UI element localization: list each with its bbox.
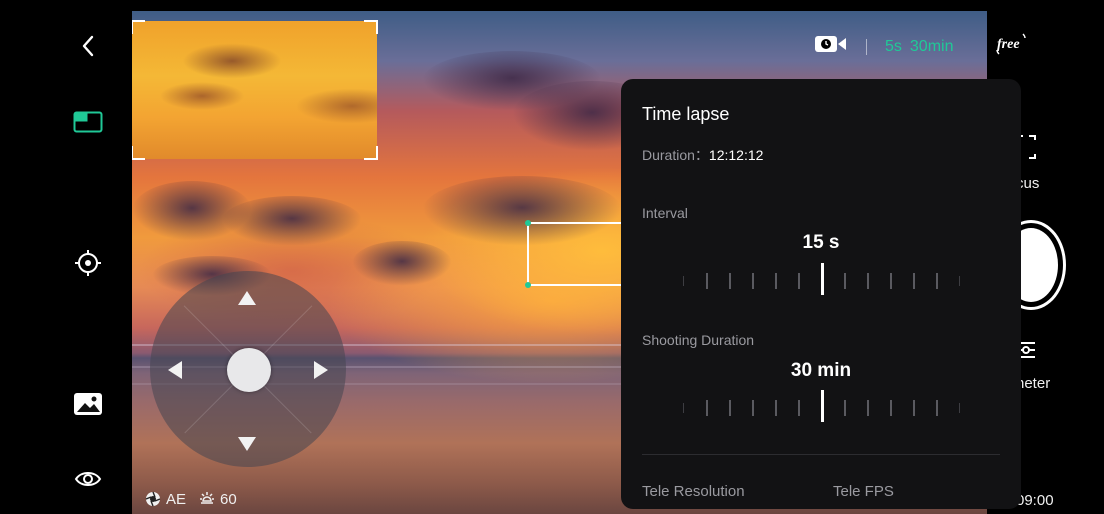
cloud — [422, 51, 602, 111]
aperture-icon — [144, 490, 162, 508]
remaining-time: 09:00 — [1016, 492, 1054, 509]
total-duration: Duration：12:12:12 — [642, 145, 763, 165]
timelapse-summary[interactable]: 5s 30min — [885, 38, 953, 56]
timelapse-interval: 5s — [885, 37, 902, 55]
dial-tick — [844, 400, 846, 416]
thumbnail-corner — [132, 146, 145, 160]
dial-tick — [706, 400, 708, 416]
thumbnail-corner — [132, 20, 145, 34]
timelapse-duration: 30min — [909, 37, 954, 55]
status-separator — [866, 38, 867, 55]
exposure-status[interactable]: AE 60 — [144, 490, 237, 508]
dial-tick — [890, 273, 892, 289]
dial-tick — [729, 273, 731, 289]
dial-tick — [890, 400, 892, 416]
video-timer-icon[interactable] — [814, 34, 848, 59]
tele-preview-thumbnail[interactable] — [132, 20, 378, 160]
dial-tick — [913, 273, 915, 289]
dial-indicator — [821, 390, 824, 422]
top-status-bar: 5s 30min free — [814, 30, 1029, 63]
visibility-button[interactable] — [68, 461, 108, 501]
gallery-button[interactable] — [68, 386, 108, 426]
dial-tick — [913, 400, 915, 416]
panel-title: Time lapse — [642, 104, 730, 124]
duration-label: Duration： — [642, 147, 709, 163]
arrow-down-icon[interactable] — [238, 437, 256, 451]
dial-tick — [959, 276, 960, 286]
tele-fps-option[interactable]: Tele FPS — [833, 483, 894, 500]
dial-tick — [867, 400, 869, 416]
timelapse-settings-panel: Time lapse Duration：12:12:12 Interval 15… — [621, 79, 1021, 509]
thumbnail-corner — [364, 20, 378, 34]
dial-tick — [706, 273, 708, 289]
arrow-right-icon[interactable] — [314, 361, 328, 379]
sun-icon — [198, 490, 216, 508]
crosshair-icon — [74, 249, 102, 282]
dial-tick — [752, 400, 754, 416]
pip-icon — [73, 111, 103, 138]
exposure-mode: AE — [166, 490, 187, 508]
dial-tick — [683, 276, 684, 286]
interval-value: 15 s — [802, 232, 840, 253]
chevron-left-icon — [81, 35, 95, 62]
dial-tick — [775, 273, 777, 289]
dial-tick — [752, 273, 754, 289]
image-icon — [73, 392, 103, 421]
exposure-value: 60 — [220, 490, 237, 508]
free-logo-text: free — [997, 37, 1020, 52]
left-toolbar — [0, 0, 132, 514]
target-button[interactable] — [68, 245, 108, 285]
dial-tick — [844, 273, 846, 289]
cloud — [352, 241, 452, 286]
dial-tick — [867, 273, 869, 289]
tracking-box-handle[interactable] — [525, 282, 531, 288]
dial-tick — [798, 400, 800, 416]
arrow-left-icon[interactable] — [168, 361, 182, 379]
camera-app: AE 60 cus neter 09:00 5s 30min free Time… — [0, 0, 1104, 514]
panel-divider — [642, 454, 1000, 455]
cloud — [222, 196, 362, 246]
joystick-knob[interactable] — [227, 348, 271, 392]
back-button[interactable] — [68, 28, 108, 68]
dial-tick — [936, 400, 938, 416]
shooting-duration-label: Shooting Duration — [642, 332, 755, 348]
meter-label[interactable]: neter — [1016, 375, 1050, 392]
tele-resolution-option[interactable]: Tele Resolution — [642, 483, 745, 500]
dial-tick — [798, 273, 800, 289]
arrow-up-icon[interactable] — [238, 291, 256, 305]
thumbnail-corner — [364, 146, 378, 160]
duration-value: 12:12:12 — [708, 147, 764, 163]
interval-dial[interactable] — [673, 263, 969, 299]
shooting-duration-value: 30 min — [790, 360, 852, 381]
gimbal-joystick[interactable] — [150, 271, 346, 467]
dial-tick — [959, 403, 960, 413]
dial-indicator — [821, 263, 824, 295]
dial-tick — [683, 403, 684, 413]
eye-icon — [74, 469, 102, 494]
dial-tick — [936, 273, 938, 289]
cloud — [132, 181, 252, 241]
interval-label: Interval — [642, 205, 688, 221]
shooting-duration-dial[interactable] — [673, 390, 969, 426]
dial-tick — [729, 400, 731, 416]
free-logo-icon[interactable]: free — [993, 30, 1029, 63]
pip-toggle-button[interactable] — [68, 104, 108, 144]
dial-tick — [775, 400, 777, 416]
tracking-box-handle[interactable] — [525, 220, 531, 226]
